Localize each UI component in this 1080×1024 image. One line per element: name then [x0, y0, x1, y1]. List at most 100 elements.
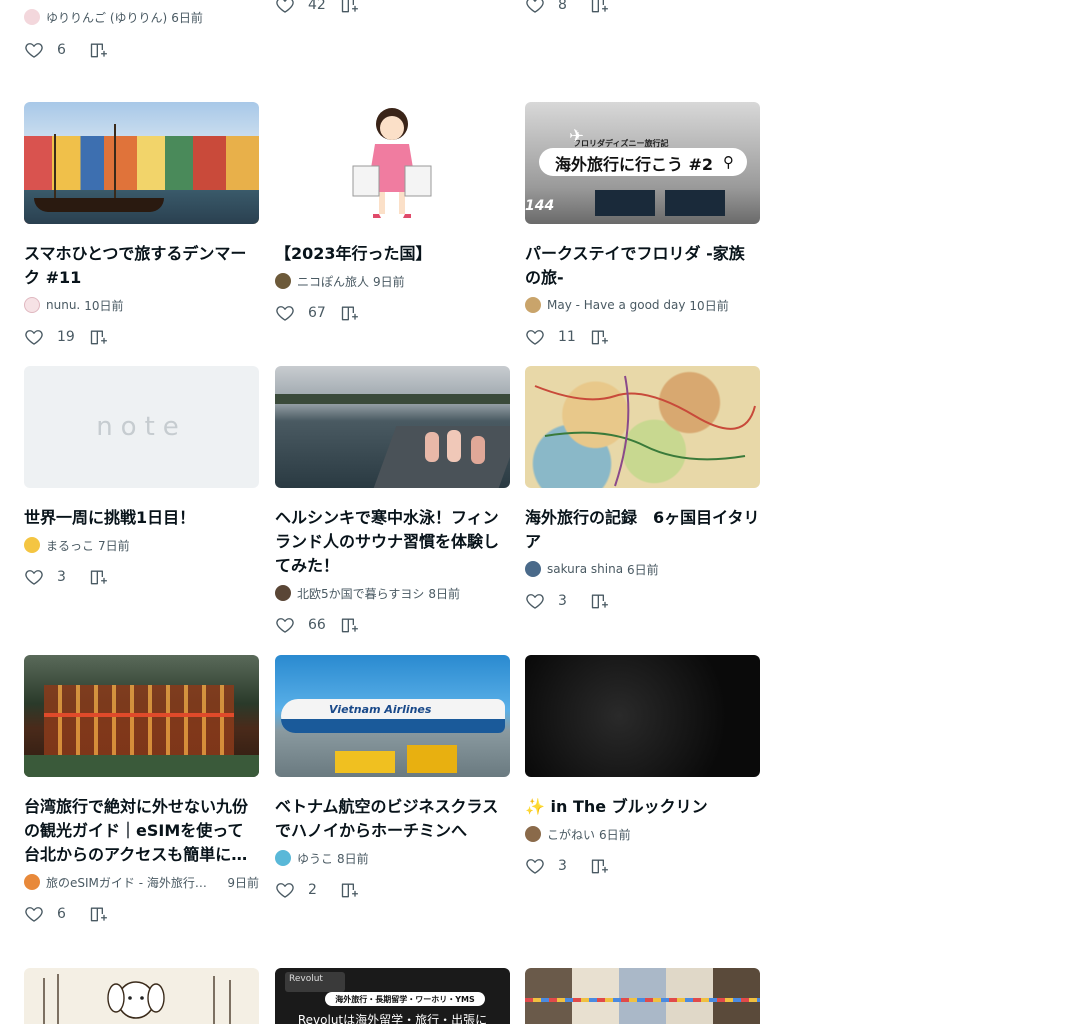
heart-icon[interactable] — [275, 615, 295, 635]
article-card[interactable]: note 世界一周に挑戦1日目！ まるっこ 7日前 3 — [24, 366, 259, 589]
heart-icon[interactable] — [525, 0, 545, 15]
article-title[interactable]: スマホひとつで旅するデンマーク #11 — [24, 242, 259, 290]
heart-icon[interactable] — [24, 567, 44, 587]
add-to-magazine-icon[interactable] — [340, 0, 360, 15]
thumb-brand: Revolut — [289, 974, 323, 984]
article-card[interactable]: フロリダディズニー旅行記 ✈ 海外旅行に行こう #2 ⚲ 144 パークステイで… — [525, 102, 760, 349]
author-name[interactable]: nunu. — [46, 298, 80, 312]
article-card[interactable]: 【2023年行った国】 ニコぽん旅人 9日前 67 — [275, 102, 510, 325]
article-thumbnail[interactable]: フロリダディズニー旅行記 ✈ 海外旅行に行こう #2 ⚲ 144 — [525, 102, 760, 224]
heart-icon[interactable] — [24, 40, 44, 60]
author-avatar[interactable] — [24, 874, 40, 890]
article-meta: ニコぽん旅人 9日前 — [275, 271, 510, 291]
article-card[interactable]: Vietnam Airlines ベトナム航空のビジネスクラスでハノイからホーチ… — [275, 655, 510, 902]
add-to-magazine-icon[interactable] — [590, 0, 610, 15]
article-thumbnail[interactable]: Revolut 海外旅行・長期留学・ワーホリ・YMS Revolutは海外留学・… — [275, 968, 510, 1024]
article-title[interactable]: 台湾旅行で絶対に外せない九份の観光ガイド｜eSIMを使って台北からのアクセスも簡… — [24, 795, 259, 867]
article-meta: まるっこ 7日前 — [24, 535, 259, 555]
author-name[interactable]: ゆうこ — [297, 850, 333, 867]
heart-icon[interactable] — [525, 591, 545, 611]
add-to-magazine-icon[interactable] — [590, 327, 610, 347]
like-count: 6 — [57, 906, 66, 922]
post-time: 6日前 — [599, 827, 631, 842]
author-name[interactable]: まるっこ — [46, 537, 94, 554]
add-to-magazine-icon[interactable] — [89, 40, 109, 60]
author-avatar[interactable] — [24, 297, 40, 313]
article-card[interactable] — [24, 968, 259, 1024]
author-name[interactable]: ゆりりんご (ゆりりん) — [46, 9, 167, 26]
author-avatar[interactable] — [525, 826, 541, 842]
heart-icon[interactable] — [525, 327, 545, 347]
author-avatar[interactable] — [24, 537, 40, 553]
author-name[interactable]: こがねい — [547, 826, 595, 843]
article-actions: 6 — [24, 38, 259, 62]
article-title[interactable]: ヘルシンキで寒中水泳！フィンランド人のサウナ習慣を体験してみた！ — [275, 506, 510, 578]
add-to-magazine-icon[interactable] — [340, 615, 360, 635]
article-thumbnail[interactable] — [275, 366, 510, 488]
like-count: 6 — [57, 42, 66, 58]
author-name[interactable]: 旅のeSIMガイド - 海外旅行でeSIMを使う方法 — [46, 874, 218, 891]
article-title[interactable]: ベトナム航空のビジネスクラスでハノイからホーチミンへ — [275, 795, 510, 843]
heart-icon[interactable] — [275, 303, 295, 323]
author-avatar[interactable] — [525, 561, 541, 577]
article-card[interactable]: Revolut 海外旅行・長期留学・ワーホリ・YMS Revolutは海外留学・… — [275, 968, 510, 1024]
article-title[interactable]: 海外旅行の記録 6ヶ国目イタリア — [525, 506, 760, 554]
article-card[interactable]: スマホひとつで旅するデンマーク #11 nunu. 10日前 19 — [24, 102, 259, 349]
heart-icon[interactable] — [525, 856, 545, 876]
heart-icon[interactable] — [275, 880, 295, 900]
article-card[interactable]: ✨ in The ブルックリン こがねい 6日前 3 — [525, 655, 760, 878]
add-to-magazine-icon[interactable] — [89, 327, 109, 347]
add-to-magazine-icon[interactable] — [590, 591, 610, 611]
article-actions: 3 — [525, 854, 760, 878]
article-thumbnail[interactable]: note — [24, 366, 259, 488]
article-thumbnail[interactable] — [24, 968, 259, 1024]
add-to-magazine-icon[interactable] — [340, 303, 360, 323]
article-card[interactable] — [525, 968, 760, 1024]
note-logo: note — [96, 412, 187, 442]
article-card[interactable]: ゆりりんご (ゆりりん) 6日前 6 — [24, 0, 259, 62]
like-count: 66 — [308, 617, 326, 633]
article-thumbnail[interactable] — [525, 968, 760, 1024]
author-name[interactable]: ニコぽん旅人 — [297, 273, 369, 290]
author-name[interactable]: 北欧5か国で暮らすヨシ — [297, 585, 424, 602]
author-avatar[interactable] — [275, 273, 291, 289]
thumb-tag: 海外旅行・長期留学・ワーホリ・YMS — [335, 995, 475, 1004]
add-to-magazine-icon[interactable] — [340, 880, 360, 900]
post-time: 10日前 — [84, 298, 124, 313]
article-thumbnail[interactable] — [275, 102, 510, 224]
post-time: 9日前 — [227, 875, 259, 890]
author-name[interactable]: sakura shina — [547, 562, 623, 576]
article-actions: 67 — [275, 301, 510, 325]
article-actions: 66 — [275, 613, 510, 637]
post-time: 8日前 — [337, 851, 369, 866]
author-name[interactable]: May - Have a good day — [547, 298, 685, 312]
post-time: 7日前 — [98, 538, 130, 553]
author-avatar[interactable] — [275, 850, 291, 866]
article-card[interactable]: ヘルシンキで寒中水泳！フィンランド人のサウナ習慣を体験してみた！ 北欧5か国で暮… — [275, 366, 510, 637]
article-title[interactable]: ✨ in The ブルックリン — [525, 795, 760, 819]
add-to-magazine-icon[interactable] — [590, 856, 610, 876]
heart-icon[interactable] — [24, 327, 44, 347]
plane-icon: ✈ — [569, 126, 585, 147]
post-time: 8日前 — [428, 586, 461, 601]
heart-icon[interactable] — [275, 0, 295, 15]
heart-icon[interactable] — [24, 904, 44, 924]
article-title[interactable]: 【2023年行った国】 — [275, 242, 510, 266]
article-thumbnail[interactable] — [24, 102, 259, 224]
add-to-magazine-icon[interactable] — [89, 567, 109, 587]
author-avatar[interactable] — [24, 9, 40, 25]
map-borders — [534, 375, 756, 487]
article-card[interactable]: 台湾旅行で絶対に外せない九份の観光ガイド｜eSIMを使って台北からのアクセスも簡… — [24, 655, 259, 926]
article-card[interactable]: 海外旅行の記録 6ヶ国目イタリア sakura shina 6日前 3 — [525, 366, 760, 613]
article-thumbnail[interactable] — [525, 366, 760, 488]
article-meta: nunu. 10日前 — [24, 295, 259, 315]
article-meta: 旅のeSIMガイド - 海外旅行でeSIMを使う方法 9日前 — [24, 872, 259, 892]
article-title[interactable]: パークステイでフロリダ -家族の旅- — [525, 242, 760, 290]
article-title[interactable]: 世界一周に挑戦1日目！ — [24, 506, 259, 530]
author-avatar[interactable] — [275, 585, 291, 601]
author-avatar[interactable] — [525, 297, 541, 313]
article-thumbnail[interactable] — [24, 655, 259, 777]
add-to-magazine-icon[interactable] — [89, 904, 109, 924]
article-thumbnail[interactable]: Vietnam Airlines — [275, 655, 510, 777]
article-thumbnail[interactable] — [525, 655, 760, 777]
